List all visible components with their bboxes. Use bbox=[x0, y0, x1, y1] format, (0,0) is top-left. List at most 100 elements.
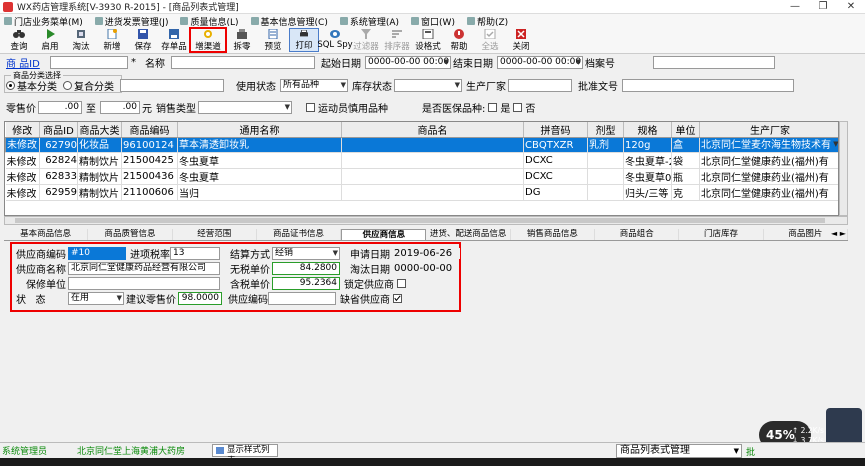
cell-code: 21100606 bbox=[121, 184, 178, 201]
query-button[interactable]: 查询 bbox=[4, 28, 34, 52]
save-button[interactable]: 保存 bbox=[128, 28, 158, 52]
select-all-button[interactable]: 全选 bbox=[475, 28, 505, 52]
menu-basic-info[interactable]: 基本信息管理(C) bbox=[250, 15, 328, 28]
usage-status-select[interactable]: 所有品种 bbox=[280, 78, 348, 92]
tab-supplier-info[interactable]: 供应商信息 bbox=[341, 229, 427, 240]
enable-button[interactable]: 启用 bbox=[35, 28, 65, 52]
end-date-input[interactable]: 0000-00-00 00:00:00 bbox=[497, 55, 583, 69]
eliminate-button[interactable]: 淘汰 bbox=[66, 28, 96, 52]
format-button[interactable]: 设格式 bbox=[413, 28, 443, 52]
stock-status-select[interactable] bbox=[394, 78, 462, 92]
new-button[interactable]: 新增 bbox=[97, 28, 127, 52]
grid-horizontal-scrollbar[interactable] bbox=[4, 216, 848, 225]
print-button[interactable]: 打印 bbox=[289, 28, 319, 52]
scrollbar-thumb[interactable] bbox=[15, 218, 825, 223]
cell-pinyin: DCXC bbox=[523, 168, 588, 185]
menu-system-admin[interactable]: 系统管理(A) bbox=[339, 15, 399, 28]
minimize-button[interactable]: — bbox=[781, 0, 809, 14]
taxed-price-input[interactable]: 95.2364 bbox=[272, 277, 340, 290]
menu-quality-info[interactable]: 质量信息(L) bbox=[180, 15, 239, 28]
suggested-retail-input[interactable]: 98.0000 bbox=[178, 292, 222, 305]
help-button[interactable]: 帮助 bbox=[444, 28, 474, 52]
settle-method-select[interactable]: 经销 bbox=[272, 247, 340, 260]
col-category[interactable]: 商品大类 bbox=[77, 122, 122, 138]
lock-supplier-checkbox[interactable] bbox=[397, 279, 406, 288]
sorter-button[interactable]: 排序器 bbox=[382, 28, 412, 52]
col-modify[interactable]: 修改 bbox=[5, 122, 40, 138]
cell-dosage-form: 乳剂 bbox=[587, 137, 624, 153]
col-spec[interactable]: 规格 bbox=[623, 122, 672, 138]
status-select[interactable]: 在用 bbox=[68, 292, 124, 305]
approval-number-input[interactable] bbox=[622, 78, 794, 92]
col-code[interactable]: 商品编码 bbox=[121, 122, 178, 138]
tab-purchase-distribution[interactable]: 进货、配送商品信息 bbox=[426, 229, 511, 240]
col-product-id[interactable]: 商品ID bbox=[39, 122, 78, 138]
tab-store-stock[interactable]: 门店库存 bbox=[679, 229, 764, 240]
preview-icon bbox=[268, 29, 278, 39]
composite-category-radio[interactable] bbox=[63, 80, 72, 90]
tab-basic-info[interactable]: 基本商品信息 bbox=[4, 229, 89, 240]
manufacturer-input[interactable] bbox=[508, 78, 572, 92]
help-icon bbox=[454, 29, 464, 39]
table-row[interactable]: 未修改 62824 精制饮片 21500425 冬虫夏草 DCXC 冬虫夏草-2… bbox=[5, 152, 838, 169]
tab-quality-info[interactable]: 商品质管信息 bbox=[88, 229, 173, 240]
tab-certificate[interactable]: 商品证书信息 bbox=[257, 229, 342, 240]
medical-insurance-label: 是否医保品种: bbox=[422, 103, 486, 115]
cell-generic-name: 当归 bbox=[177, 184, 342, 201]
col-unit[interactable]: 单位 bbox=[671, 122, 700, 138]
supply-code-input[interactable] bbox=[268, 292, 336, 305]
medical-yes-checkbox[interactable] bbox=[488, 102, 498, 112]
close-button[interactable]: 关闭 bbox=[506, 28, 536, 52]
maximize-button[interactable]: ❐ bbox=[809, 0, 837, 14]
col-generic-name[interactable]: 通用名称 bbox=[177, 122, 342, 138]
store-item-button[interactable]: 存单品 bbox=[159, 28, 189, 52]
retail-price-from[interactable]: .00 bbox=[38, 100, 82, 114]
product-id-input[interactable] bbox=[50, 55, 128, 69]
form-selector[interactable]: 商品列表式管理 bbox=[616, 444, 742, 458]
cell-product-name bbox=[341, 184, 524, 201]
tab-combination[interactable]: 商品组合 bbox=[595, 229, 680, 240]
athlete-caution-checkbox[interactable] bbox=[306, 102, 315, 112]
input-tax-input[interactable]: 13 bbox=[170, 247, 220, 260]
medical-no-checkbox[interactable] bbox=[513, 102, 523, 112]
category-input[interactable] bbox=[120, 78, 224, 92]
sales-type-select[interactable] bbox=[198, 100, 292, 114]
table-row[interactable]: 未修改 62959 精制饮片 21100606 当归 DG 归头/三等 克 北京… bbox=[5, 184, 838, 201]
close-window-button[interactable]: ✕ bbox=[837, 0, 865, 14]
table-row[interactable]: 未修改 62790 化妆品 96100124 草本清透卸妆乳 CBQTXZR 乳… bbox=[5, 137, 838, 153]
sql-spy-button[interactable]: SQL Spy bbox=[317, 28, 353, 52]
col-pinyin[interactable]: 拼音码 bbox=[523, 122, 588, 138]
col-product-name[interactable]: 商品名 bbox=[341, 122, 524, 138]
default-supplier-checkbox[interactable] bbox=[393, 294, 402, 303]
preview-button[interactable]: 预览 bbox=[258, 28, 288, 52]
menu-help[interactable]: 帮助(Z) bbox=[466, 15, 508, 28]
archive-input[interactable] bbox=[653, 55, 775, 69]
split-button[interactable]: 拆零 bbox=[227, 28, 257, 52]
tab-sales-info[interactable]: 销售商品信息 bbox=[511, 229, 596, 240]
menu-window[interactable]: 窗口(W) bbox=[411, 15, 455, 28]
untaxed-price-input[interactable]: 84.2800 bbox=[272, 262, 340, 275]
cell-code: 21500436 bbox=[121, 168, 178, 185]
cell-generic-name: 草本清透卸妆乳 bbox=[177, 137, 342, 153]
col-manufacturer[interactable]: 生产厂家 bbox=[699, 122, 838, 138]
supplier-code-input[interactable]: #10 bbox=[68, 247, 126, 260]
supplier-name-input[interactable]: 北京同仁堂健康药品经营有限公司 bbox=[68, 262, 220, 275]
name-input[interactable] bbox=[171, 55, 315, 69]
filter-button[interactable]: 过滤器 bbox=[351, 28, 381, 52]
add-channel-button[interactable]: 增渠道 bbox=[189, 27, 227, 53]
menu-store-business[interactable]: 门店业务菜单(M) bbox=[4, 15, 83, 28]
col-dosage-form[interactable]: 剂型 bbox=[587, 122, 624, 138]
start-date-input[interactable]: 0000-00-00 00:00:00 bbox=[365, 55, 451, 69]
grid-vertical-scrollbar[interactable] bbox=[839, 121, 848, 216]
cell-generic-name: 冬虫夏草 bbox=[177, 152, 342, 169]
retail-price-to[interactable]: .00 bbox=[100, 100, 140, 114]
basic-category-radio[interactable] bbox=[6, 80, 15, 90]
menu-purchase-invoice[interactable]: 进货发票管理(J) bbox=[94, 15, 168, 28]
table-row[interactable]: 未修改 62833 精制饮片 21500436 冬虫夏草 DCXC 冬虫夏草0#… bbox=[5, 168, 838, 185]
tab-business-scope[interactable]: 经营范围 bbox=[173, 229, 257, 240]
play-icon bbox=[47, 29, 55, 39]
warranty-unit-input[interactable] bbox=[68, 277, 220, 290]
cell-dosage-form bbox=[587, 184, 624, 201]
display-mode-button[interactable]: 显示样式列表 bbox=[212, 444, 278, 466]
tab-scroll-arrows[interactable]: ◄ ► bbox=[831, 229, 846, 238]
